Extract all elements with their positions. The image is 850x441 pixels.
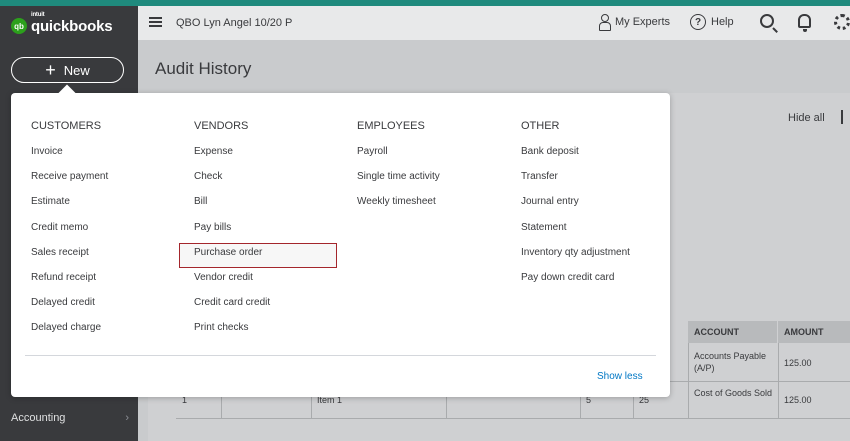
my-experts-button[interactable]: My Experts [598,14,671,31]
table-header-account: ACCOUNT [688,321,777,343]
menu-item-receive-payment[interactable]: Receive payment [31,171,108,196]
menu-heading-vendors: VENDORS [194,120,249,132]
menu-item-check[interactable]: Check [194,171,270,196]
person-icon [598,14,611,31]
quickbooks-logo[interactable]: qb intuit quickbooks [11,12,113,37]
menu-column-vendors: VENDORS Expense Check Bill Pay bills Pur… [178,120,338,348]
chevron-right-icon: › [125,412,129,424]
menu-item-weekly-timesheet[interactable]: Weekly timesheet [357,196,440,221]
quickbooks-mark-icon: qb [11,18,27,34]
show-less-link[interactable]: Show less [597,371,643,382]
menu-column-other: OTHER Bank deposit Transfer Journal entr… [521,120,630,297]
menu-item-expense[interactable]: Expense [194,146,270,171]
page-title: Audit History [155,59,252,78]
table-header-amount: AMOUNT [778,321,850,343]
menu-item-payroll[interactable]: Payroll [357,146,440,171]
table-col-divider [778,343,779,418]
sidebar-item-label: Accounting [11,412,66,424]
table-col-divider [688,343,689,418]
table-cell-amount: 125.00 [784,358,812,368]
menu-item-bill[interactable]: Bill [194,196,270,221]
table-row-divider [176,418,850,419]
menu-item-print-checks[interactable]: Print checks [194,322,270,347]
new-button[interactable]: + New [11,57,124,83]
bell-icon[interactable] [798,14,811,32]
menu-item-invoice[interactable]: Invoice [31,146,108,171]
menu-column-employees: EMPLOYEES Payroll Single time activity W… [357,120,440,222]
menu-item-sales-receipt[interactable]: Sales receipt [31,247,108,272]
gear-icon[interactable] [834,14,850,30]
hide-all-link[interactable]: Hide all [788,112,825,124]
company-name: QBO Lyn Angel 10/20 P [176,17,293,29]
table-row: Cost of Goods Sold [694,388,773,398]
logo-wordmark: intuit quickbooks [31,12,113,35]
menu-item-credit-memo[interactable]: Credit memo [31,222,108,247]
menu-item-estimate[interactable]: Estimate [31,196,108,221]
menu-divider [25,355,656,356]
plus-icon: + [45,60,56,80]
help-label: Help [711,16,734,28]
hamburger-icon[interactable] [149,17,162,27]
new-button-label: New [63,62,90,78]
menu-item-bank-deposit[interactable]: Bank deposit [521,146,630,171]
menu-item-transfer[interactable]: Transfer [521,171,630,196]
menu-item-pay-down-credit-card[interactable]: Pay down credit card [521,272,630,297]
help-button[interactable]: ? Help [690,14,734,30]
menu-item-inventory-qty-adjustment[interactable]: Inventory qty adjustment [521,247,630,272]
menu-item-delayed-charge[interactable]: Delayed charge [31,322,108,347]
menu-item-purchase-order[interactable]: Purchase order [178,242,338,272]
top-bar: QBO Lyn Angel 10/20 P My Experts ? Help [138,6,850,40]
menu-item-single-time-activity[interactable]: Single time activity [357,171,440,196]
hide-all-icon[interactable] [841,110,850,124]
help-icon: ? [690,14,706,30]
menu-heading-other: OTHER [521,120,560,132]
menu-item-journal-entry[interactable]: Journal entry [521,196,630,221]
menu-item-credit-card-credit[interactable]: Credit card credit [194,297,270,322]
menu-item-refund-receipt[interactable]: Refund receipt [31,272,108,297]
my-experts-label: My Experts [615,16,671,28]
menu-column-customers: CUSTOMERS Invoice Receive payment Estima… [31,120,108,348]
menu-heading-employees: EMPLOYEES [357,120,425,132]
logo-name: quickbooks [31,17,113,35]
menu-heading-customers: CUSTOMERS [31,120,102,132]
table-row: Accounts Payable (A/P) [694,351,767,373]
table-cell-amount: 125.00 [784,395,812,405]
menu-item-vendor-credit[interactable]: Vendor credit [194,272,270,297]
sidebar-item-accounting[interactable]: Accounting › [11,412,129,424]
logo-intuit-text: intuit [31,11,45,18]
menu-item-purchase-order-label: Purchase order [194,246,263,258]
search-icon[interactable] [760,14,774,28]
new-menu-dropdown: CUSTOMERS Invoice Receive payment Estima… [11,84,670,397]
menu-item-statement[interactable]: Statement [521,222,630,247]
menu-item-delayed-credit[interactable]: Delayed credit [31,297,108,322]
